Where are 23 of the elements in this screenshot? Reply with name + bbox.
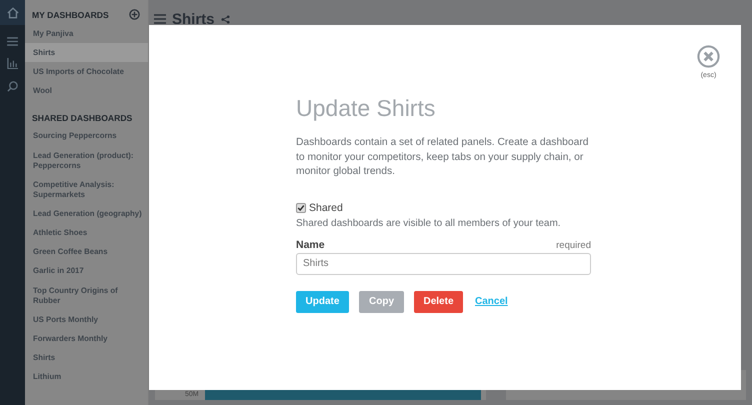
share-icon[interactable] xyxy=(220,15,230,24)
dialog-button[interactable]: Copy xyxy=(359,290,404,312)
dialog-button[interactable]: Update xyxy=(296,290,349,312)
search-icon[interactable] xyxy=(7,81,18,92)
shared-checkbox[interactable] xyxy=(296,202,306,212)
page-title: Shirts xyxy=(172,11,215,24)
close-icon[interactable] xyxy=(697,45,720,68)
dialog-button[interactable]: Delete xyxy=(414,290,463,312)
checkbox-label: Shared xyxy=(309,202,343,214)
dialog-description: Dashboards contain a set of related panels. Create a dashboard to monitor your competitors, keep tabs on your supply chain, or monitor global trends. xyxy=(296,136,590,179)
bar-chart-icon[interactable] xyxy=(7,58,18,69)
field-label: Name xyxy=(296,238,325,250)
help-text: Shared dashboards are visible to all members of your team. xyxy=(296,218,562,228)
list-icon[interactable] xyxy=(7,37,18,46)
cancel-link[interactable]: Cancel xyxy=(473,290,510,312)
section-heading: MY DASHBOARDS xyxy=(32,10,109,20)
dialog-title: Update Shirts xyxy=(296,95,436,122)
section-heading: SHARED DASHBOARDS xyxy=(32,112,132,123)
home-icon[interactable] xyxy=(6,6,18,18)
add-icon[interactable] xyxy=(129,9,140,20)
required-hint: required xyxy=(556,240,591,250)
name-input-field[interactable]: Shirts xyxy=(296,252,591,274)
menu-icon[interactable] xyxy=(154,14,166,24)
